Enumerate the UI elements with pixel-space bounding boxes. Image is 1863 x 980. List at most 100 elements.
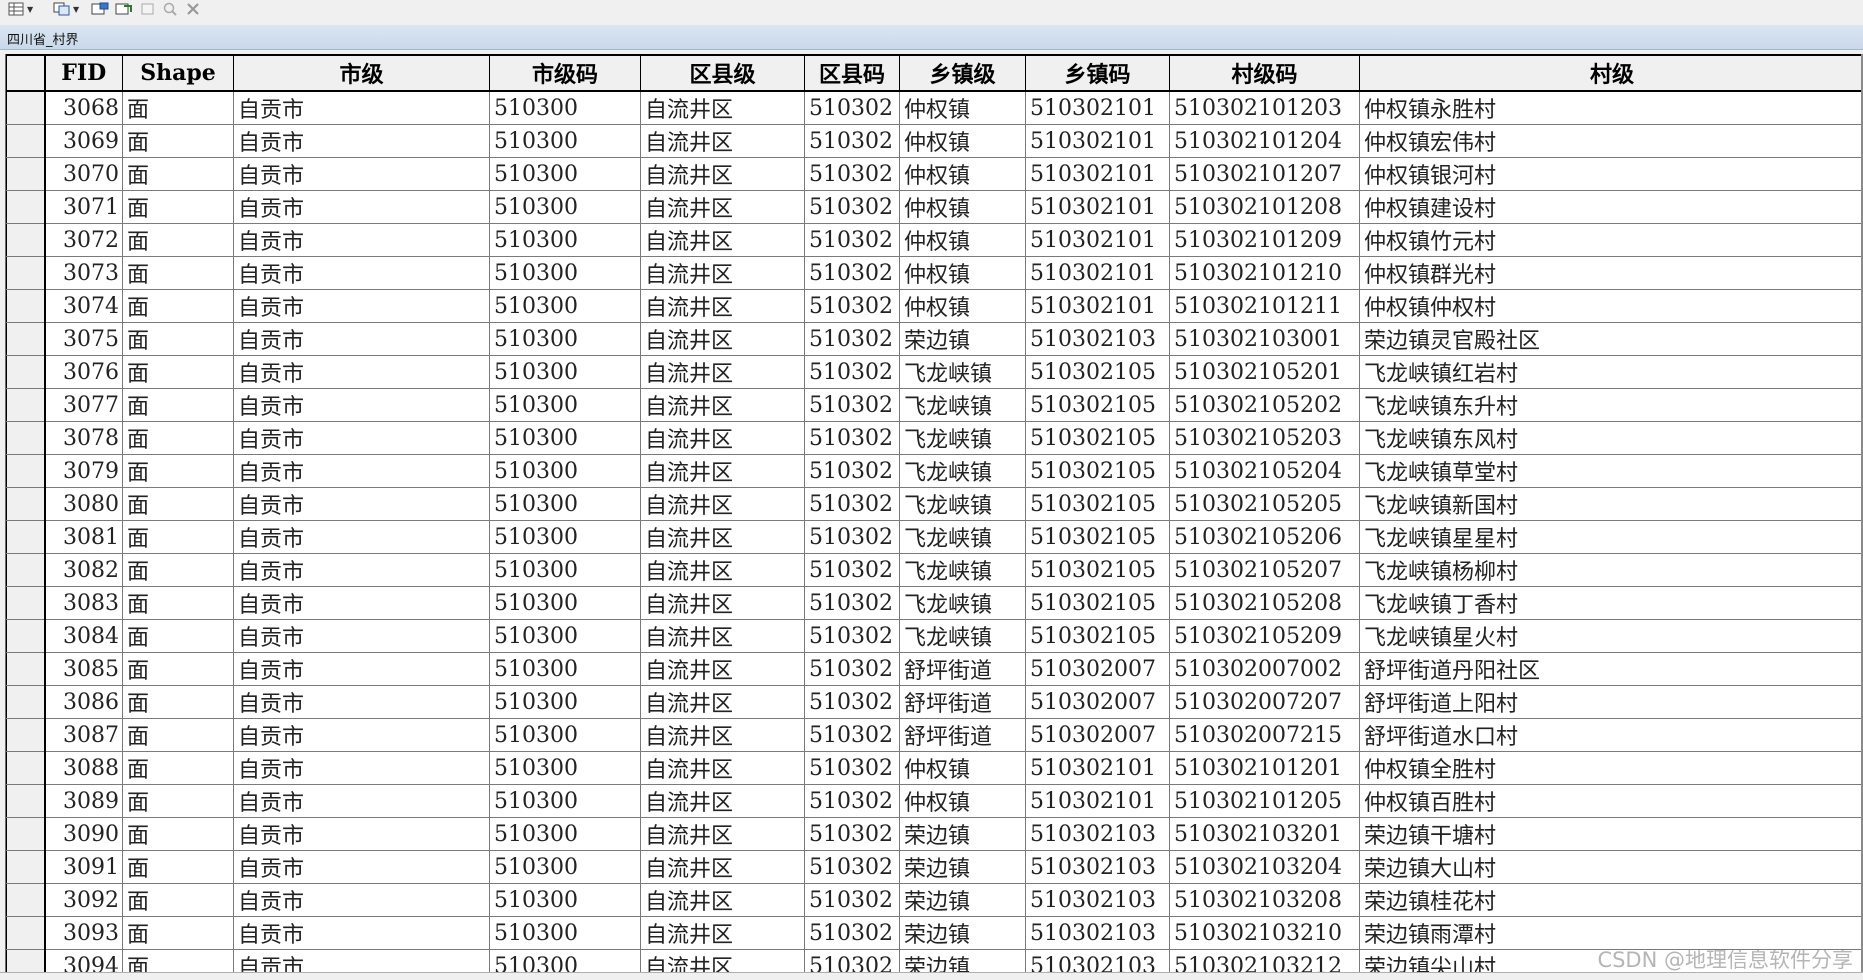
district-cell[interactable]: 自流井区 — [641, 158, 805, 191]
table-row[interactable]: 3076面自贡市510300自流井区510302飞龙峡镇510302105510… — [7, 356, 1863, 389]
city-code-cell[interactable]: 510300 — [490, 719, 641, 752]
shape-cell[interactable]: 面 — [123, 818, 234, 851]
fid-cell[interactable]: 3069 — [45, 125, 123, 158]
column-header-village[interactable]: 村级 — [1360, 55, 1863, 91]
row-selector-header[interactable] — [7, 55, 45, 91]
town-code-cell[interactable]: 510302101 — [1026, 752, 1170, 785]
table-row[interactable]: 3094面自贡市510300自流井区510302荣边镇5103021035103… — [7, 950, 1863, 973]
town-code-cell[interactable]: 510302105 — [1026, 488, 1170, 521]
city-code-cell[interactable]: 510300 — [490, 686, 641, 719]
district-cell[interactable]: 自流井区 — [641, 389, 805, 422]
district-cell[interactable]: 自流井区 — [641, 290, 805, 323]
city-code-cell[interactable]: 510300 — [490, 125, 641, 158]
table-row[interactable]: 3085面自贡市510300自流井区510302舒坪街道510302007510… — [7, 653, 1863, 686]
town-code-cell[interactable]: 510302103 — [1026, 884, 1170, 917]
district-cell[interactable]: 自流井区 — [641, 851, 805, 884]
row-selector[interactable] — [7, 884, 45, 917]
town-cell[interactable]: 舒坪街道 — [900, 653, 1026, 686]
shape-cell[interactable]: 面 — [123, 91, 234, 125]
fid-cell[interactable]: 3075 — [45, 323, 123, 356]
village-cell[interactable]: 飞龙峡镇星星村 — [1360, 521, 1863, 554]
district-cell[interactable]: 自流井区 — [641, 818, 805, 851]
city-code-cell[interactable]: 510300 — [490, 587, 641, 620]
village-cell[interactable]: 仲权镇竹元村 — [1360, 224, 1863, 257]
column-header-fid[interactable]: FID — [45, 55, 123, 91]
column-header-shape[interactable]: Shape — [123, 55, 234, 91]
village-code-cell[interactable]: 510302101209 — [1170, 224, 1360, 257]
town-code-cell[interactable]: 510302103 — [1026, 818, 1170, 851]
delete-selected-icon[interactable] — [186, 2, 200, 16]
district-cell[interactable]: 自流井区 — [641, 719, 805, 752]
city-code-cell[interactable]: 510300 — [490, 752, 641, 785]
city-cell[interactable]: 自贡市 — [234, 785, 490, 818]
table-row[interactable]: 3079面自贡市510300自流井区510302飞龙峡镇510302105510… — [7, 455, 1863, 488]
table-row[interactable]: 3074面自贡市510300自流井区510302仲权镇5103021015103… — [7, 290, 1863, 323]
village-cell[interactable]: 仲权镇群光村 — [1360, 257, 1863, 290]
city-code-cell[interactable]: 510300 — [490, 521, 641, 554]
town-cell[interactable]: 舒坪街道 — [900, 686, 1026, 719]
table-row[interactable]: 3077面自贡市510300自流井区510302飞龙峡镇510302105510… — [7, 389, 1863, 422]
table-row[interactable]: 3084面自贡市510300自流井区510302飞龙峡镇510302105510… — [7, 620, 1863, 653]
zoom-to-selected-icon[interactable] — [161, 2, 179, 16]
village-code-cell[interactable]: 510302101205 — [1170, 785, 1360, 818]
table-row[interactable]: 3091面自贡市510300自流井区510302荣边镇5103021035103… — [7, 851, 1863, 884]
district-cell[interactable]: 自流井区 — [641, 125, 805, 158]
village-code-cell[interactable]: 510302105208 — [1170, 587, 1360, 620]
village-code-cell[interactable]: 510302101207 — [1170, 158, 1360, 191]
shape-cell[interactable]: 面 — [123, 686, 234, 719]
city-code-cell[interactable]: 510300 — [490, 455, 641, 488]
table-row[interactable]: 3071面自贡市510300自流井区510302仲权镇5103021015103… — [7, 191, 1863, 224]
district-cell[interactable]: 自流井区 — [641, 950, 805, 973]
row-selector[interactable] — [7, 158, 45, 191]
fid-cell[interactable]: 3094 — [45, 950, 123, 973]
town-cell[interactable]: 仲权镇 — [900, 752, 1026, 785]
village-code-cell[interactable]: 510302105204 — [1170, 455, 1360, 488]
district-code-cell[interactable]: 510302 — [805, 719, 900, 752]
city-cell[interactable]: 自贡市 — [234, 290, 490, 323]
row-selector[interactable] — [7, 521, 45, 554]
village-code-cell[interactable]: 510302105203 — [1170, 422, 1360, 455]
town-code-cell[interactable]: 510302103 — [1026, 917, 1170, 950]
city-code-cell[interactable]: 510300 — [490, 785, 641, 818]
fid-cell[interactable]: 3071 — [45, 191, 123, 224]
town-cell[interactable]: 飞龙峡镇 — [900, 389, 1026, 422]
attribute-table[interactable]: FID Shape 市级 市级码 区县级 区县码 乡镇级 乡镇码 村级码 村级 … — [5, 54, 1863, 972]
district-code-cell[interactable]: 510302 — [805, 884, 900, 917]
city-cell[interactable]: 自贡市 — [234, 686, 490, 719]
village-code-cell[interactable]: 510302105209 — [1170, 620, 1360, 653]
town-cell[interactable]: 飞龙峡镇 — [900, 521, 1026, 554]
village-code-cell[interactable]: 510302103001 — [1170, 323, 1360, 356]
district-cell[interactable]: 自流井区 — [641, 224, 805, 257]
village-code-cell[interactable]: 510302103201 — [1170, 818, 1360, 851]
district-code-cell[interactable]: 510302 — [805, 818, 900, 851]
row-selector[interactable] — [7, 191, 45, 224]
table-row[interactable]: 3081面自贡市510300自流井区510302飞龙峡镇510302105510… — [7, 521, 1863, 554]
town-cell[interactable]: 飞龙峡镇 — [900, 620, 1026, 653]
column-header-district-code[interactable]: 区县码 — [805, 55, 900, 91]
town-code-cell[interactable]: 510302007 — [1026, 653, 1170, 686]
table-row[interactable]: 3086面自贡市510300自流井区510302舒坪街道510302007510… — [7, 686, 1863, 719]
shape-cell[interactable]: 面 — [123, 884, 234, 917]
village-cell[interactable]: 荣边镇灵官殿社区 — [1360, 323, 1863, 356]
village-cell[interactable]: 荣边镇桂花村 — [1360, 884, 1863, 917]
city-cell[interactable]: 自贡市 — [234, 455, 490, 488]
fid-cell[interactable]: 3091 — [45, 851, 123, 884]
town-cell[interactable]: 飞龙峡镇 — [900, 587, 1026, 620]
fid-cell[interactable]: 3085 — [45, 653, 123, 686]
town-cell[interactable]: 仲权镇 — [900, 191, 1026, 224]
city-code-cell[interactable]: 510300 — [490, 224, 641, 257]
town-code-cell[interactable]: 510302105 — [1026, 455, 1170, 488]
city-cell[interactable]: 自贡市 — [234, 422, 490, 455]
district-code-cell[interactable]: 510302 — [805, 653, 900, 686]
village-code-cell[interactable]: 510302105205 — [1170, 488, 1360, 521]
town-cell[interactable]: 荣边镇 — [900, 950, 1026, 973]
town-code-cell[interactable]: 510302103 — [1026, 851, 1170, 884]
town-cell[interactable]: 荣边镇 — [900, 851, 1026, 884]
row-selector[interactable] — [7, 389, 45, 422]
clear-selection-icon[interactable] — [140, 2, 156, 16]
town-cell[interactable]: 仲权镇 — [900, 91, 1026, 125]
town-code-cell[interactable]: 510302007 — [1026, 686, 1170, 719]
fid-cell[interactable]: 3074 — [45, 290, 123, 323]
village-code-cell[interactable]: 510302103204 — [1170, 851, 1360, 884]
shape-cell[interactable]: 面 — [123, 587, 234, 620]
